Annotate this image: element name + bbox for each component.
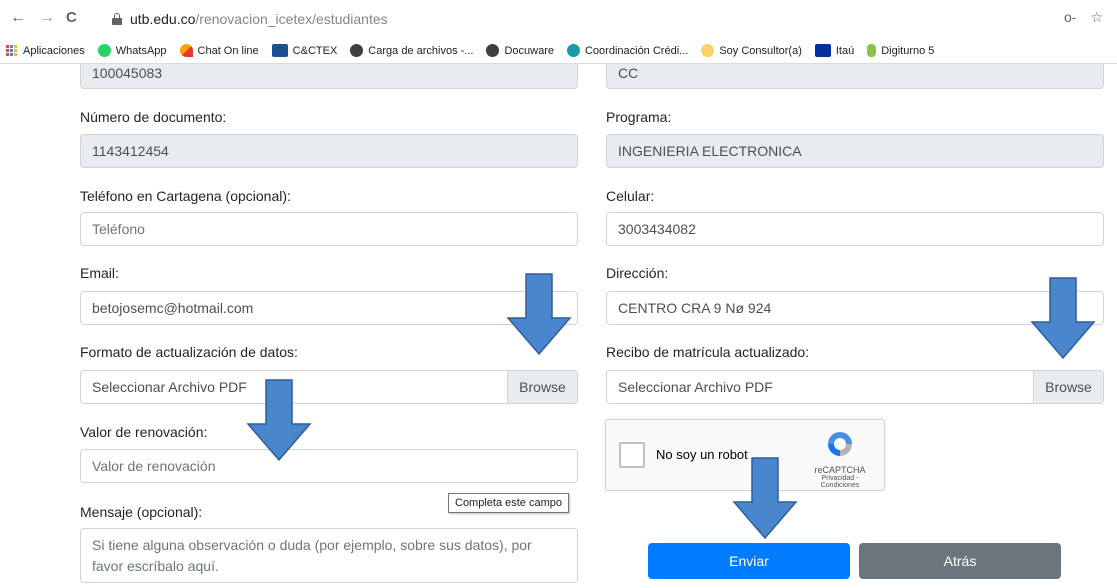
recaptcha-logo: reCAPTCHA Privacidad - Condiciones bbox=[810, 430, 870, 489]
bookmark-docuware[interactable]: Docuware bbox=[486, 44, 554, 57]
celular-label: Celular: bbox=[606, 188, 655, 204]
programa-label: Programa: bbox=[606, 109, 672, 125]
valor-renovacion-label: Valor de renovación: bbox=[80, 424, 208, 440]
coordinacion-icon bbox=[566, 44, 580, 57]
reload-icon[interactable]: C bbox=[66, 9, 77, 27]
recaptcha-brand: reCAPTCHA bbox=[814, 465, 866, 475]
annotation-arrow-icon bbox=[506, 273, 572, 356]
back-arrow-icon[interactable]: ← bbox=[10, 9, 26, 27]
validation-tooltip: Completa este campo bbox=[448, 493, 569, 513]
bookmark-soy-consultor[interactable]: Soy Consultor(a) bbox=[701, 44, 802, 57]
enviar-button[interactable]: Enviar bbox=[648, 543, 850, 579]
bookmark-cctex[interactable]: C&CTEX bbox=[271, 44, 337, 57]
email-label: Email: bbox=[80, 265, 119, 281]
programa-field: INGENIERIA ELECTRONICA bbox=[606, 134, 1104, 168]
bookmark-aplicaciones[interactable]: Aplicaciones bbox=[6, 45, 85, 57]
tipo-documento-field: CC bbox=[606, 64, 1104, 89]
recaptcha-links[interactable]: Privacidad - Condiciones bbox=[810, 475, 870, 489]
codigo-field: 100045083 bbox=[80, 64, 578, 89]
direccion-label: Dirección: bbox=[606, 265, 669, 281]
recaptcha-checkbox[interactable] bbox=[619, 442, 645, 468]
lock-icon bbox=[112, 13, 122, 25]
recibo-browse-button[interactable]: Browse bbox=[1033, 371, 1103, 403]
recibo-label: Recibo de matrícula actualizado: bbox=[606, 344, 810, 360]
telefono-label: Teléfono en Cartagena (opcional): bbox=[80, 188, 291, 204]
forward-arrow-icon[interactable]: → bbox=[39, 9, 55, 27]
formato-label: Formato de actualización de datos: bbox=[80, 344, 298, 360]
annotation-arrow-icon bbox=[1030, 277, 1096, 360]
url-path: /renovacion_icetex/estudiantes bbox=[195, 11, 388, 27]
star-icon[interactable]: ☆ bbox=[1090, 9, 1103, 26]
valor-renovacion-input[interactable]: Valor de renovación bbox=[80, 449, 578, 483]
formato-file-input[interactable]: Seleccionar Archivo PDF Browse bbox=[80, 370, 578, 404]
annotation-arrow-icon bbox=[732, 457, 798, 540]
numero-documento-field: 1143412454 bbox=[80, 134, 578, 168]
bookmark-carga-archivos[interactable]: Carga de archivos -... bbox=[350, 44, 473, 57]
bookmark-whatsapp[interactable]: WhatsApp bbox=[97, 44, 167, 57]
apps-grid-icon bbox=[6, 45, 17, 56]
mensaje-textarea[interactable]: Si tiene alguna observación o duda (por … bbox=[80, 528, 578, 583]
consultor-icon bbox=[701, 44, 715, 57]
email-input[interactable]: betojosemc@hotmail.com bbox=[80, 291, 578, 325]
annotation-arrow-icon bbox=[246, 379, 312, 462]
formato-browse-button[interactable]: Browse bbox=[507, 371, 577, 403]
numero-documento-label: Número de documento: bbox=[80, 109, 227, 125]
key-icon[interactable]: o‑ bbox=[1064, 9, 1076, 26]
atras-button[interactable]: Atrás bbox=[859, 543, 1061, 579]
itau-icon bbox=[814, 44, 831, 57]
chat-icon bbox=[179, 44, 193, 57]
renovacion-form: 100045083 CC Número de documento: 114341… bbox=[0, 64, 1117, 588]
recibo-file-name: Seleccionar Archivo PDF bbox=[618, 379, 773, 395]
cctex-icon bbox=[271, 44, 288, 57]
bookmark-digiturno[interactable]: Digiturno 5 bbox=[867, 44, 934, 57]
globe-icon bbox=[486, 44, 500, 57]
recibo-file-input[interactable]: Seleccionar Archivo PDF Browse bbox=[606, 370, 1104, 404]
bookmark-coordinacion[interactable]: Coordinación Crédi... bbox=[566, 44, 688, 57]
whatsapp-icon bbox=[97, 44, 111, 57]
digiturno-icon bbox=[867, 44, 877, 57]
bookmark-chat-online[interactable]: Chat On line bbox=[179, 44, 259, 57]
browser-toolbar: ← → C utb.edu.co/renovacion_icetex/estud… bbox=[0, 0, 1117, 38]
globe-icon bbox=[350, 44, 364, 57]
mensaje-label: Mensaje (opcional): bbox=[80, 504, 203, 520]
celular-input[interactable]: 3003434082 bbox=[606, 212, 1104, 246]
bookmarks-bar: Aplicaciones WhatsApp Chat On line C&CTE… bbox=[0, 38, 1117, 64]
recaptcha-icon bbox=[828, 432, 852, 456]
bookmark-itau[interactable]: Itaú bbox=[814, 44, 854, 57]
telefono-input[interactable]: Teléfono bbox=[80, 212, 578, 246]
address-bar[interactable]: utb.edu.co/renovacion_icetex/estudiantes bbox=[112, 6, 1052, 32]
url-host: utb.edu.co bbox=[130, 11, 196, 27]
